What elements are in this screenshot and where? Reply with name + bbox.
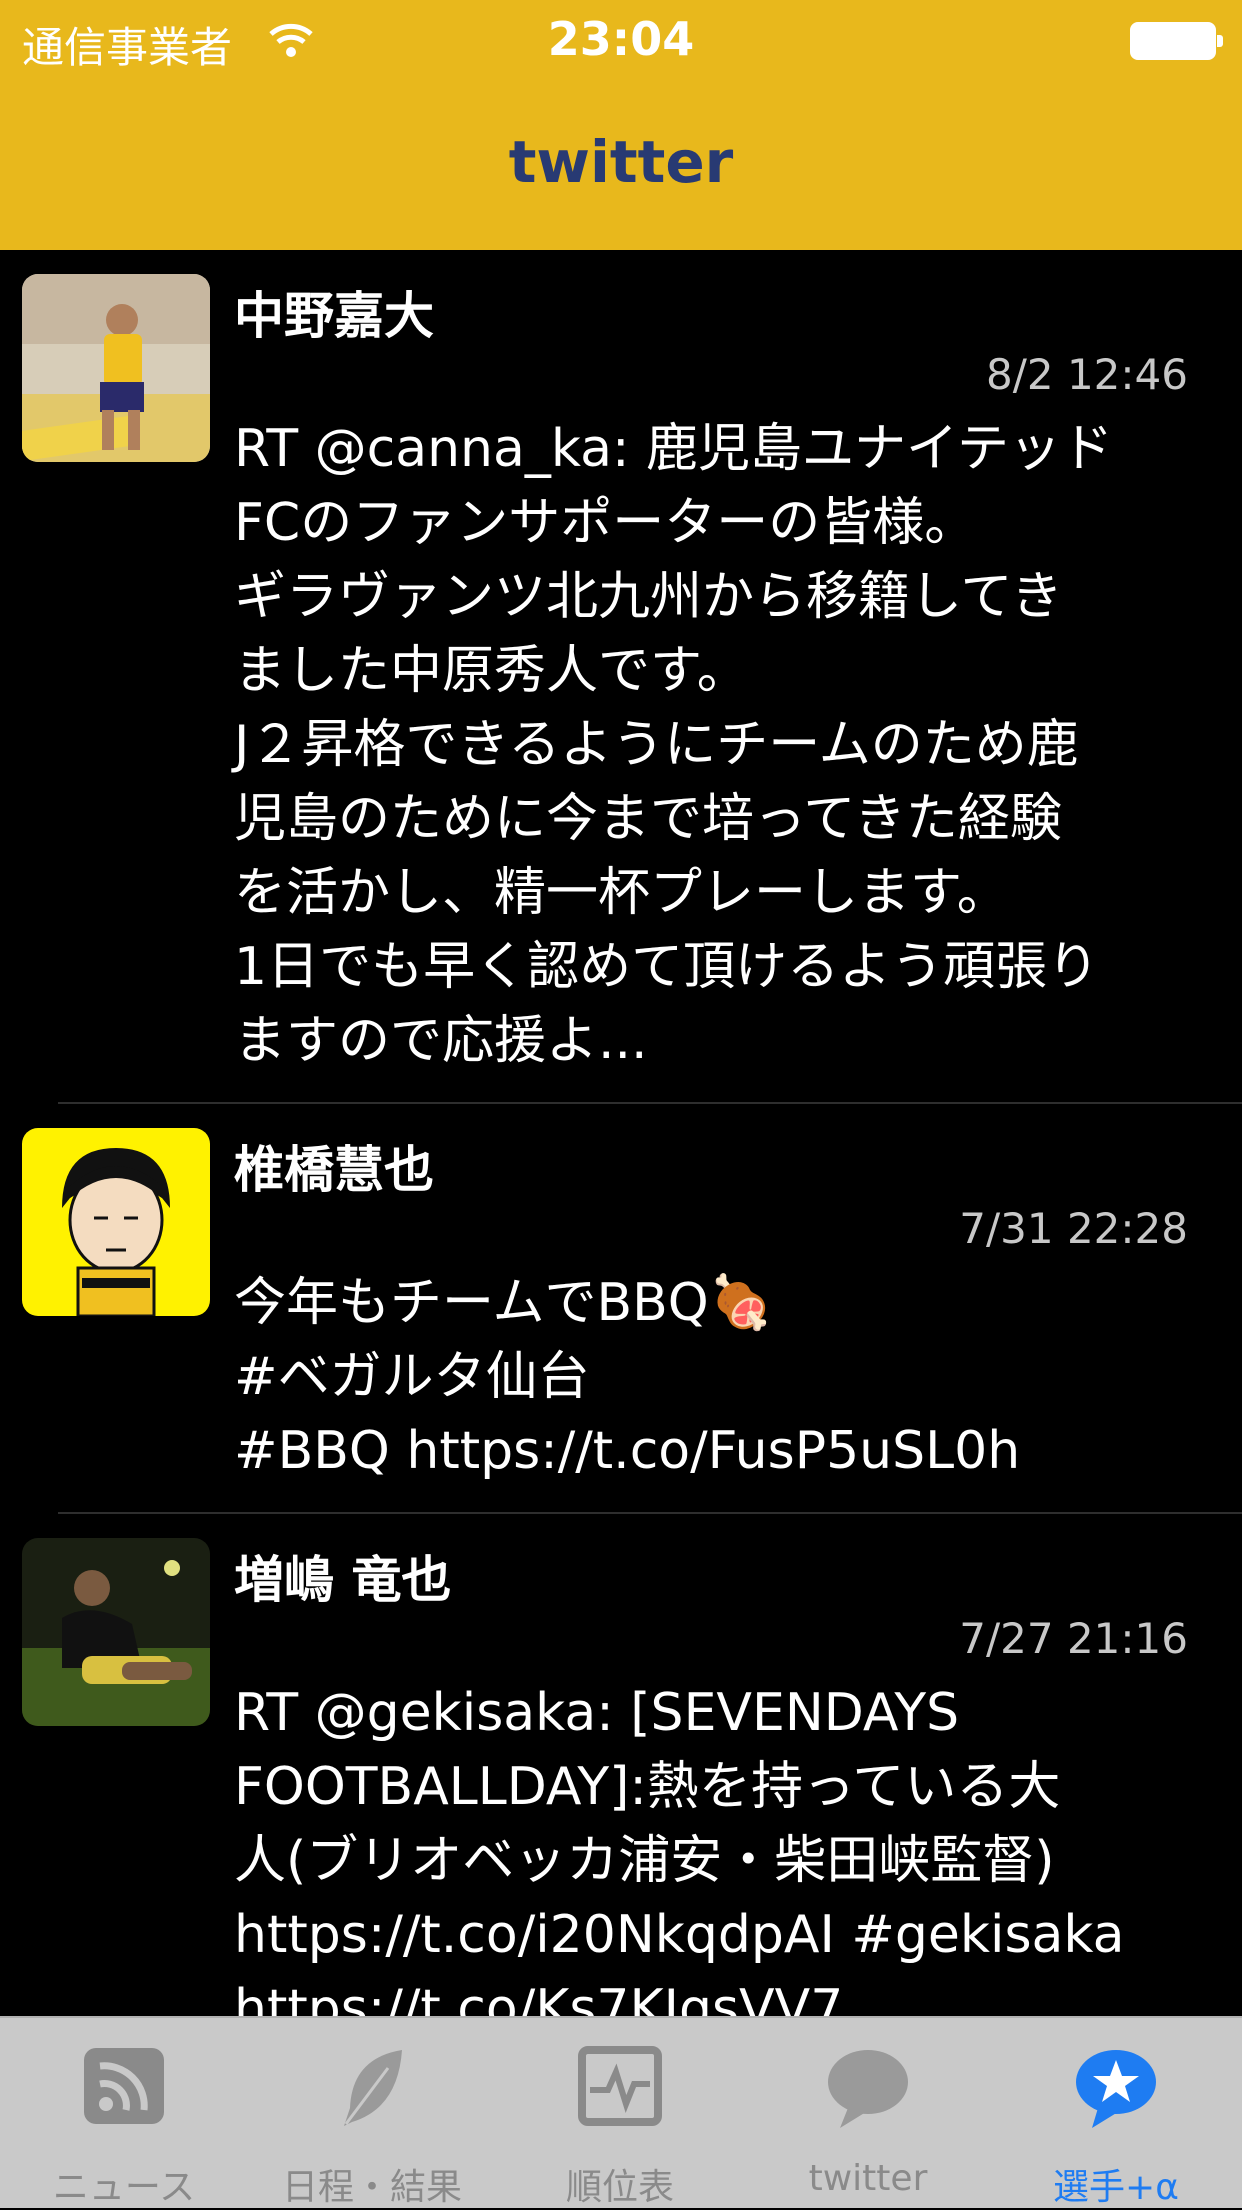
avatar [22, 1538, 210, 1726]
tweet-author: 増嶋 竜也 [234, 1551, 452, 1609]
tab-twitter[interactable]: twitter [744, 2018, 992, 2210]
page-title: twitter [508, 128, 734, 196]
avatar [22, 1128, 210, 1316]
tab-label: ニュース [52, 2167, 196, 2208]
row-separator [58, 1512, 1242, 1514]
tab-label: twitter [808, 2158, 928, 2199]
tweet-text: 今年もチームでBBQ🍖 #ベガルタ仙台 #BBQ https://t.co/Fu… [234, 1273, 1021, 1481]
status-bar: 通信事業者 23:04 [0, 0, 1242, 80]
tab-standings[interactable]: 順位表 [496, 2018, 744, 2210]
tab-label: 日程・結果 [281, 2167, 462, 2208]
tweet-text: RT @canna_ka: 鹿児島ユナイテッド FCのファンサポーターの皆様。 … [234, 419, 1113, 1071]
tweet-date: 7/31 22:28 [959, 1204, 1188, 1253]
header: 通信事業者 23:04 twitter [0, 0, 1242, 250]
tab-label: 順位表 [565, 2167, 674, 2208]
clock: 23:04 [547, 12, 695, 66]
tab-bar: ニュース 日程・結果 順位表 twitter 選手+α [0, 2016, 1242, 2208]
tweet-list[interactable]: 中野嘉大 8/2 12:46 RT @canna_ka: 鹿児島ユナイテッド F… [0, 250, 1242, 2016]
chart-icon [578, 2046, 662, 2126]
tweet-date: 8/2 12:46 [986, 350, 1188, 399]
tab-label: 選手+α [1053, 2167, 1179, 2208]
tweet-text: RT @gekisaka: [SEVENDAYS FOOTBALLDAY]:熱を… [234, 1683, 1125, 2016]
rss-icon [84, 2048, 164, 2124]
tab-players[interactable]: 選手+α [992, 2018, 1240, 2210]
avatar [22, 274, 210, 462]
speech-bubble-icon [828, 2050, 908, 2128]
feather-icon [344, 2050, 402, 2126]
star-bubble-icon [1076, 2050, 1156, 2128]
tweet-author: 中野嘉大 [234, 287, 434, 345]
tweet-date: 7/27 21:16 [959, 1614, 1188, 1663]
row-separator [58, 1102, 1242, 1104]
tweet-author: 椎橋慧也 [234, 1141, 434, 1199]
battery-icon [1130, 22, 1223, 60]
tab-news[interactable]: ニュース [0, 2018, 248, 2210]
tab-schedule[interactable]: 日程・結果 [248, 2018, 496, 2210]
